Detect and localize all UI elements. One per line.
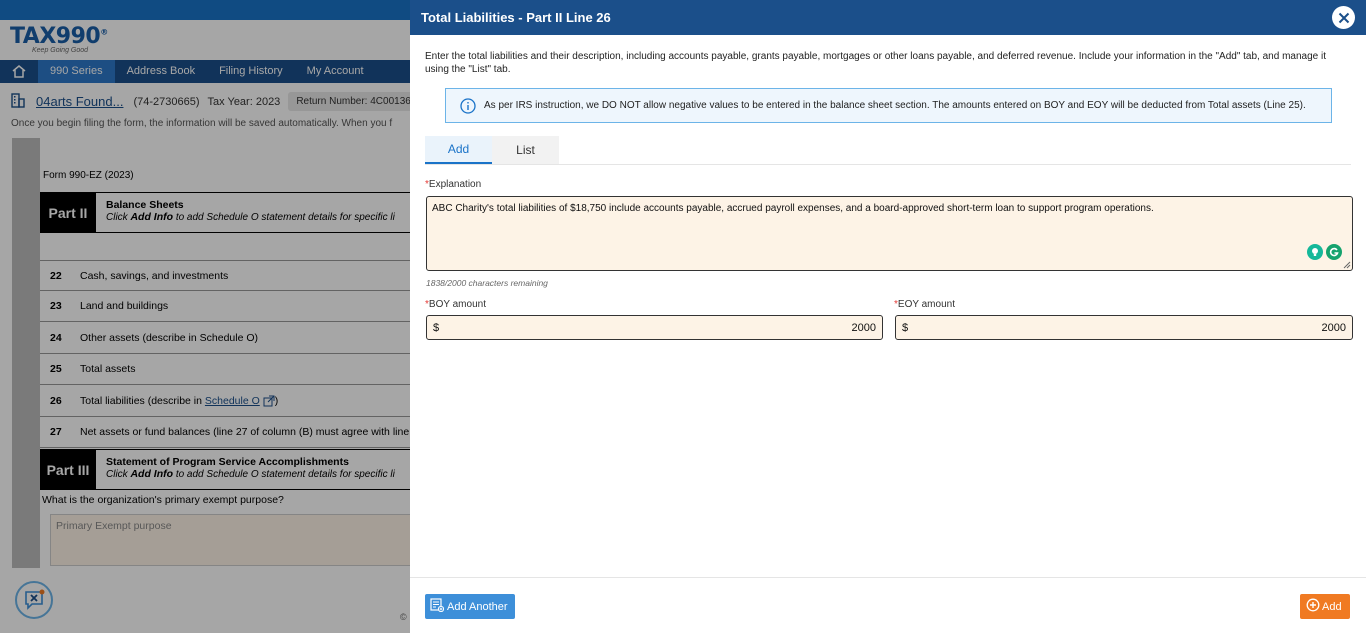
explanation-label: *Explanation xyxy=(425,179,482,190)
tab-bar: Add List xyxy=(425,136,1351,165)
irs-notice: As per IRS instruction, we DO NOT allow … xyxy=(445,88,1332,123)
lightbulb-icon[interactable] xyxy=(1307,244,1323,260)
eoy-amount-input[interactable]: $ 2000 xyxy=(895,315,1353,340)
eoy-amount-label: *EOY amount xyxy=(894,299,955,310)
list-add-icon xyxy=(430,598,445,615)
drawer-title: Total Liabilities - Part II Line 26 xyxy=(421,10,611,25)
plus-circle-icon xyxy=(1306,598,1320,615)
characters-remaining: 1838/2000 characters remaining xyxy=(426,278,548,288)
eoy-value: 2000 xyxy=(1321,321,1346,334)
add-label: Add xyxy=(1322,600,1342,613)
add-button[interactable]: Add xyxy=(1300,594,1350,619)
boy-value: 2000 xyxy=(851,321,876,334)
explanation-value: ABC Charity's total liabilities of $18,7… xyxy=(432,203,1154,214)
add-another-button[interactable]: Add Another xyxy=(425,594,515,619)
notice-text: As per IRS instruction, we DO NOT allow … xyxy=(484,100,1306,111)
drawer-header: Total Liabilities - Part II Line 26 xyxy=(410,0,1366,35)
drawer-footer: Add Another Add xyxy=(410,577,1366,633)
total-liabilities-drawer: Total Liabilities - Part II Line 26 Ente… xyxy=(410,0,1366,633)
close-icon[interactable] xyxy=(1332,6,1355,29)
eoy-currency: $ xyxy=(902,321,909,334)
boy-currency: $ xyxy=(433,321,440,334)
tab-list[interactable]: List xyxy=(492,136,559,164)
grammarly-icon[interactable] xyxy=(1326,244,1342,260)
boy-amount-input[interactable]: $ 2000 xyxy=(426,315,883,340)
drawer-intro: Enter the total liabilities and their de… xyxy=(425,51,1326,75)
boy-amount-label: *BOY amount xyxy=(425,299,486,310)
resize-handle-icon[interactable] xyxy=(1343,261,1351,269)
tab-add[interactable]: Add xyxy=(425,136,492,164)
textarea-assist-icons xyxy=(1307,244,1342,260)
info-icon xyxy=(460,97,476,114)
explanation-textarea[interactable]: ABC Charity's total liabilities of $18,7… xyxy=(426,196,1353,271)
add-another-label: Add Another xyxy=(447,600,508,613)
